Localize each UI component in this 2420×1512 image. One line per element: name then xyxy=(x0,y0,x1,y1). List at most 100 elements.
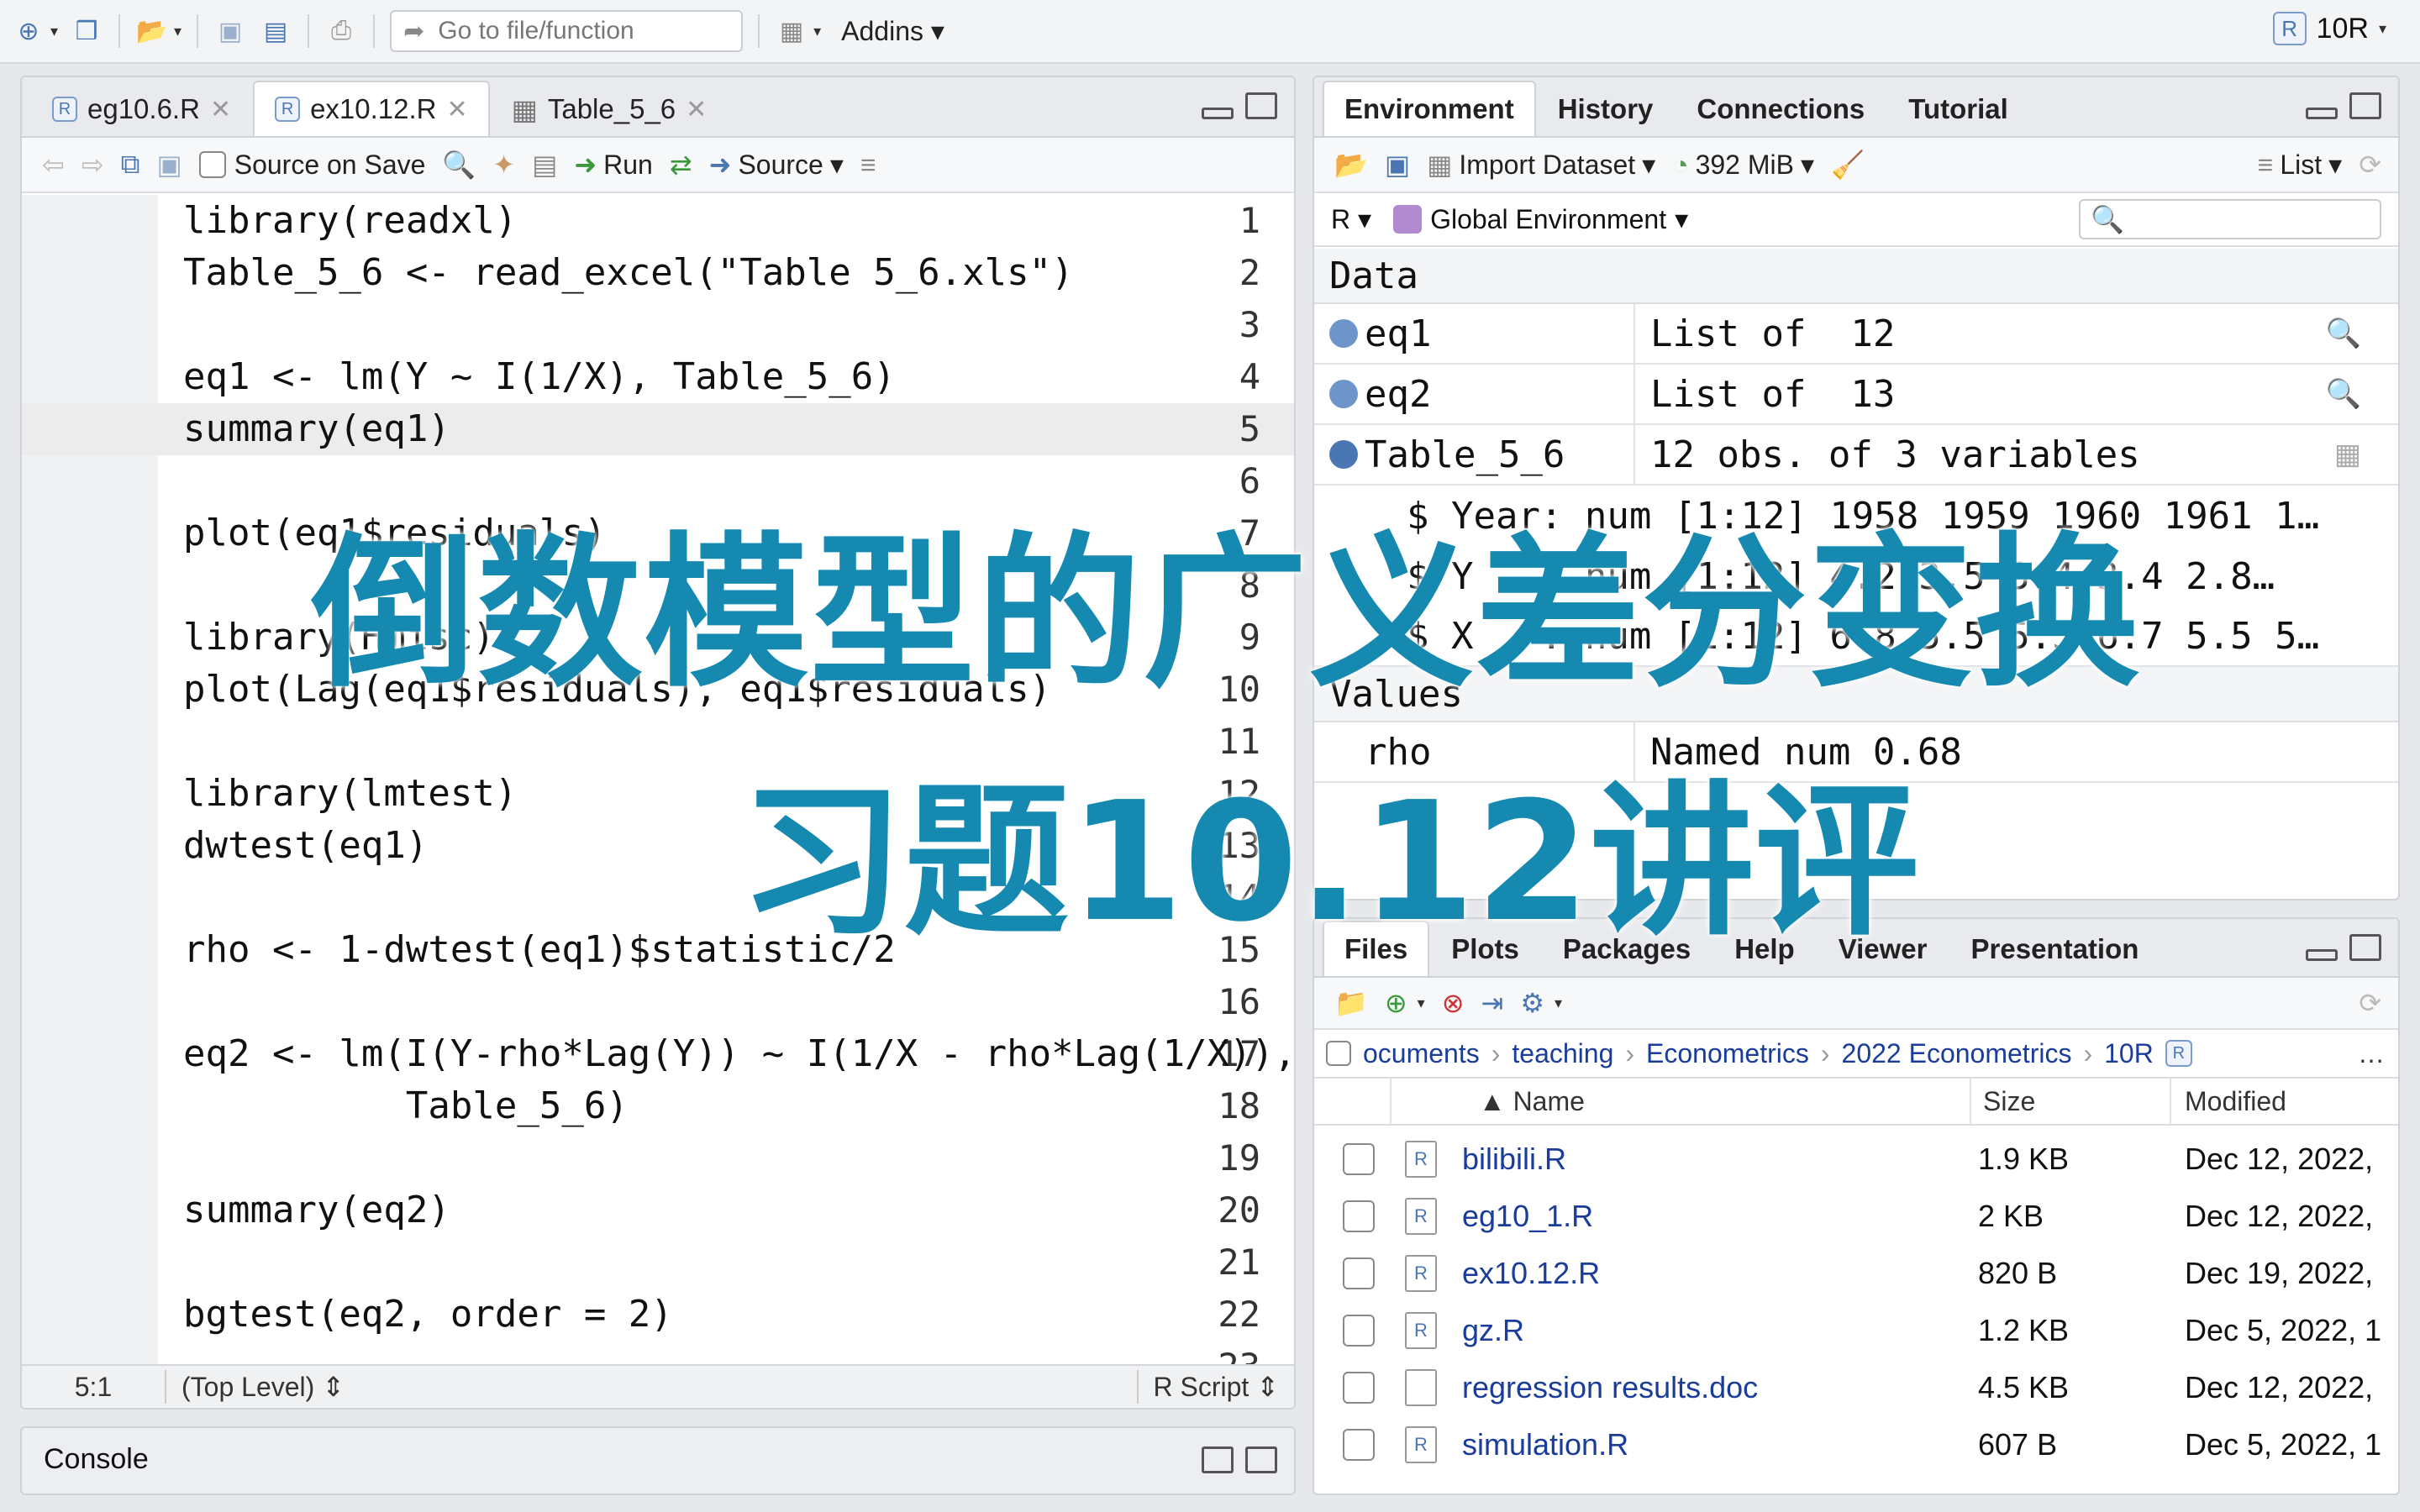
broom-icon[interactable]: 🧹 xyxy=(1831,149,1865,181)
print-icon[interactable]: ⎙ xyxy=(324,14,358,48)
code-line[interactable]: 21 xyxy=(22,1236,1294,1289)
addins-menu[interactable]: Addins ▾ xyxy=(841,15,944,47)
expand-arrow-icon[interactable] xyxy=(1329,319,1358,348)
new-project-icon[interactable]: ❒ xyxy=(70,14,103,48)
minimize-icon[interactable] xyxy=(2306,108,2338,119)
delete-icon[interactable]: ⊗ xyxy=(1442,987,1465,1019)
file-checkbox[interactable] xyxy=(1343,1143,1375,1175)
editor-tab-active[interactable]: Rex10.12.R ✕ xyxy=(253,81,490,136)
maximize-icon[interactable] xyxy=(2349,934,2381,961)
forward-arrow-icon[interactable]: ⇨ xyxy=(82,149,104,181)
close-icon[interactable]: ✕ xyxy=(447,95,468,124)
new-blank-file-icon[interactable]: ⊕ xyxy=(1385,987,1407,1019)
file-name-link[interactable]: bilibili.R xyxy=(1462,1142,1566,1177)
minimize-icon[interactable] xyxy=(2306,949,2338,961)
save-all-icon[interactable]: ▤ xyxy=(259,14,292,48)
tab-connections[interactable]: Connections xyxy=(1675,81,1886,136)
view-magnifier-icon[interactable]: 🔍 xyxy=(2326,377,2361,411)
chevron-down-icon[interactable]: ▾ xyxy=(813,23,821,40)
file-row[interactable]: regression results.doc 4.5 KB Dec 12, 2022… xyxy=(1314,1359,2398,1416)
project-menu[interactable]: R 10R ▾ xyxy=(2272,12,2386,45)
rename-icon[interactable]: ⇥ xyxy=(1481,987,1504,1019)
code-line[interactable]: 22 bgtest(eq2, order = 2) xyxy=(22,1289,1294,1341)
file-row[interactable]: Rbilibili.R 1.9 KB Dec 12, 2022, xyxy=(1314,1131,2398,1188)
view-table-icon[interactable]: ▦ xyxy=(2334,438,2361,471)
expand-arrow-icon[interactable] xyxy=(1329,380,1358,408)
grid-layout-icon[interactable]: ▦ xyxy=(775,14,808,48)
chevron-down-icon[interactable]: ▾ xyxy=(1555,995,1562,1012)
file-row[interactable]: Rgz.R 1.2 KB Dec 5, 2022, 1 xyxy=(1314,1302,2398,1359)
code-line[interactable]: 3 xyxy=(22,299,1294,351)
chevron-down-icon[interactable]: ▾ xyxy=(1418,995,1425,1012)
file-row[interactable]: Reg10_1.R 2 KB Dec 12, 2022, xyxy=(1314,1188,2398,1245)
code-line[interactable]: 20 summary(eq2) xyxy=(22,1184,1294,1236)
refresh-icon[interactable]: ⟳ xyxy=(2359,149,2381,181)
env-row-table[interactable]: Table_5_6 12 obs. of 3 variables ▦ xyxy=(1314,425,2398,486)
open-file-icon[interactable]: 📂 xyxy=(135,14,169,48)
rerun-icon[interactable]: ⇄ xyxy=(670,149,692,181)
console-title[interactable]: Console xyxy=(44,1443,149,1476)
save-workspace-icon[interactable]: ▣ xyxy=(1385,149,1410,181)
file-checkbox[interactable] xyxy=(1343,1257,1375,1289)
column-header-modified[interactable]: Modified xyxy=(2185,1086,2286,1117)
file-checkbox[interactable] xyxy=(1343,1429,1375,1461)
tab-tutorial[interactable]: Tutorial xyxy=(1886,81,2030,136)
environment-search-input[interactable]: 🔍 xyxy=(2079,199,2381,239)
tab-history[interactable]: History xyxy=(1536,81,1676,136)
outline-menu-icon[interactable]: ≡ xyxy=(860,150,876,181)
language-selector[interactable]: R ▾ xyxy=(1331,203,1371,235)
file-checkbox[interactable] xyxy=(1343,1200,1375,1232)
minimize-icon[interactable] xyxy=(1202,108,1234,119)
document-outline-icon[interactable]: ▤ xyxy=(532,149,557,181)
close-icon[interactable]: ✕ xyxy=(686,95,707,124)
file-row[interactable]: Rex10.12.R 820 B Dec 19, 2022, xyxy=(1314,1245,2398,1302)
code-line[interactable]: 19 xyxy=(22,1132,1294,1184)
new-file-icon[interactable]: ⊕ xyxy=(12,14,45,48)
chevron-down-icon[interactable]: ▾ xyxy=(50,23,58,40)
save-icon[interactable]: ▣ xyxy=(156,149,182,181)
env-row-eq1[interactable]: eq1 List of 12 🔍 xyxy=(1314,304,2398,365)
editor-tab[interactable]: ▦ Table_5_6 ✕ xyxy=(490,81,729,136)
breadcrumb-item[interactable]: teaching xyxy=(1512,1038,1613,1069)
file-checkbox[interactable] xyxy=(1343,1315,1375,1347)
magic-wand-icon[interactable]: ✦ xyxy=(492,149,515,181)
file-name-link[interactable]: regression results.doc xyxy=(1462,1370,1758,1405)
load-workspace-icon[interactable]: 📂 xyxy=(1334,149,1368,181)
breadcrumb-item[interactable]: 10R xyxy=(2104,1038,2154,1069)
column-header-size[interactable]: Size xyxy=(1983,1086,2035,1117)
tab-environment[interactable]: Environment xyxy=(1323,81,1536,136)
code-line[interactable]: 1 library(readxl) xyxy=(22,195,1294,247)
code-line[interactable]: 5 summary(eq1) xyxy=(22,403,1294,455)
gear-icon[interactable]: ⚙ xyxy=(1520,987,1544,1019)
search-icon[interactable]: 🔍 xyxy=(442,149,476,181)
code-line[interactable]: 16 xyxy=(22,976,1294,1028)
show-in-window-icon[interactable]: ⧉ xyxy=(121,149,140,181)
back-arrow-icon[interactable]: ⇦ xyxy=(42,149,65,181)
close-icon[interactable]: ✕ xyxy=(210,95,231,124)
save-icon[interactable]: ▣ xyxy=(213,14,247,48)
code-line[interactable]: 4 eq1 <- lm(Y ~ I(1/X), Table_5_6) xyxy=(22,351,1294,403)
code-line[interactable]: 18 Table_5_6) xyxy=(22,1080,1294,1132)
column-header-name[interactable]: ▲ Name xyxy=(1479,1086,1585,1117)
file-name-link[interactable]: gz.R xyxy=(1462,1313,1524,1348)
new-folder-icon[interactable]: 📁 xyxy=(1334,987,1368,1019)
scope-selector[interactable]: (Top Level) ⇕ xyxy=(166,1371,1137,1403)
select-all-checkbox[interactable] xyxy=(1326,1041,1351,1066)
chevron-down-icon[interactable]: ▾ xyxy=(174,23,182,40)
source-button[interactable]: ➜ Source ▾ xyxy=(709,149,844,181)
scope-selector[interactable]: Global Environment ▾ xyxy=(1393,203,1688,235)
file-name-link[interactable]: ex10.12.R xyxy=(1462,1256,1600,1291)
view-mode-selector[interactable]: ≡ List ▾ xyxy=(2258,149,2343,181)
breadcrumb-item[interactable]: Econometrics xyxy=(1646,1038,1809,1069)
view-magnifier-icon[interactable]: 🔍 xyxy=(2326,317,2361,350)
tab-presentation[interactable]: Presentation xyxy=(1949,921,2161,976)
memory-usage-button[interactable]: ◔ 392 MiB ▾ xyxy=(1672,149,1814,181)
env-row-eq2[interactable]: eq2 List of 13 🔍 xyxy=(1314,365,2398,425)
maximize-icon[interactable] xyxy=(1245,92,1277,119)
code-line[interactable]: 17 eq2 <- lm(I(Y-rho*Lag(Y)) ~ I(1/X - rh… xyxy=(22,1028,1294,1080)
editor-tab[interactable]: Reg10.6.R ✕ xyxy=(30,81,253,136)
goto-file-function-input[interactable]: ➦ Go to file/function xyxy=(390,10,744,52)
file-row[interactable]: Rsimulation.R 607 B Dec 5, 2022, 1 xyxy=(1314,1416,2398,1473)
collapse-arrow-icon[interactable] xyxy=(1329,440,1358,469)
filetype-selector[interactable]: R Script ⇕ xyxy=(1139,1371,1295,1403)
